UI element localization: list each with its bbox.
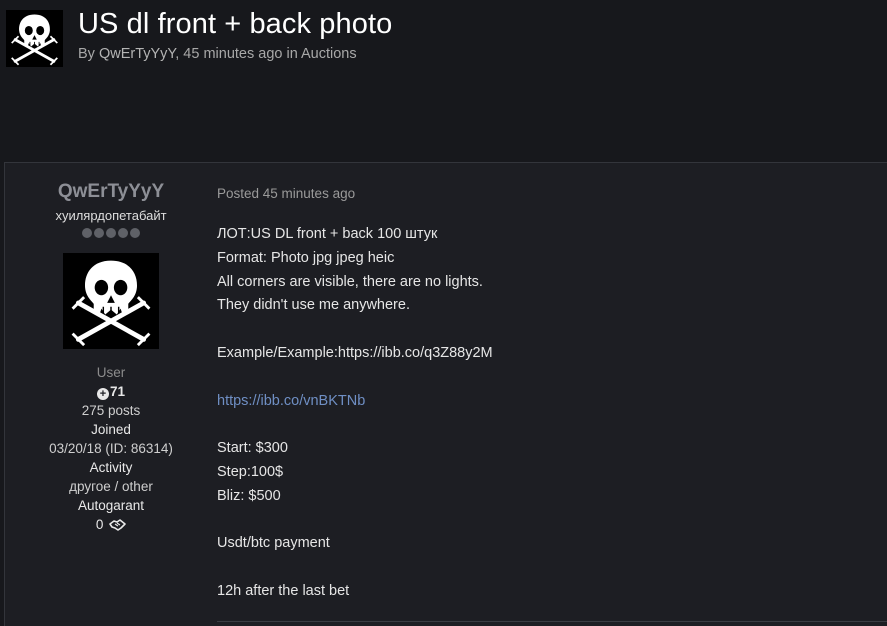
- post-line: They didn't use me anywhere.: [217, 297, 410, 314]
- post-line: All corners are visible, there are no li…: [217, 273, 483, 290]
- autogarant-row: 0: [5, 515, 217, 534]
- topic-meta-by: By: [78, 46, 99, 62]
- post-line: Start: $300: [217, 440, 288, 457]
- post-link[interactable]: https://ibb.co/vnBKTNb: [217, 390, 887, 414]
- post-line: Usdt/btc payment: [217, 535, 330, 552]
- plus-circle-icon: +: [96, 388, 109, 400]
- author-group: хуилярдопетабайт: [55, 208, 167, 223]
- post: QwErTyYyY хуилярдопетабайт User +71 275 …: [4, 162, 887, 626]
- rank-pip: [94, 228, 104, 238]
- rank-pip: [118, 228, 128, 238]
- post-body: ЛОТ:US DL front + back 100 штук Format: P…: [217, 223, 887, 604]
- post-date[interactable]: Posted 45 minutes ago: [217, 186, 887, 201]
- forum-link[interactable]: Auctions: [301, 46, 357, 62]
- reputation-value: 71: [109, 384, 126, 399]
- rank-pip: [130, 228, 140, 238]
- author-photo[interactable]: [63, 253, 159, 349]
- skull-crossed-crutches-icon: [6, 10, 63, 67]
- activity-label: Activity: [89, 460, 133, 475]
- post-line: Step:100$: [217, 463, 284, 480]
- topic-meta-in: in: [282, 46, 301, 62]
- rank-pips: [5, 228, 217, 240]
- topic-title: US dl front + back photo: [78, 8, 393, 40]
- post-divider: [217, 621, 887, 622]
- topic-author-link[interactable]: QwErTyYyY: [99, 46, 175, 62]
- activity-value: другое / other: [69, 479, 153, 494]
- autogarant-value: 0: [95, 517, 104, 532]
- autogarant-label: Autogarant: [77, 498, 145, 513]
- topic-author-avatar[interactable]: [6, 10, 63, 67]
- post-line: Example/Example:https://ibb.co/q3Z88y2M: [217, 344, 493, 361]
- topic-meta: By QwErTyYyY, 45 minutes ago in Auctions: [78, 46, 357, 62]
- post-line: ЛОТ:US DL front + back 100 штук: [217, 226, 438, 242]
- rank-pip: [106, 228, 116, 238]
- author-panel: QwErTyYyY хуилярдопетабайт User +71 275 …: [5, 163, 217, 534]
- post-line: Format: Photo jpg jpeg heic: [217, 249, 395, 266]
- post-content: Posted 45 minutes ago ЛОТ:US DL front + …: [217, 163, 887, 604]
- skull-crossed-crutches-icon: [63, 253, 159, 349]
- joined-label: Joined: [91, 422, 131, 437]
- post-line: 12h after the last bet: [217, 582, 350, 599]
- author-name[interactable]: QwErTyYyY: [5, 181, 217, 203]
- author-reputation: +71: [5, 382, 217, 401]
- handshake-icon: [109, 519, 126, 531]
- author-posts[interactable]: 275 posts: [5, 401, 217, 420]
- rank-pip: [82, 228, 92, 238]
- post-line: Bliz: $500: [217, 487, 281, 504]
- joined-value: 03/20/18 (ID: 86314): [49, 441, 173, 456]
- author-title: User: [96, 365, 126, 380]
- topic-time: 45 minutes ago: [183, 46, 283, 62]
